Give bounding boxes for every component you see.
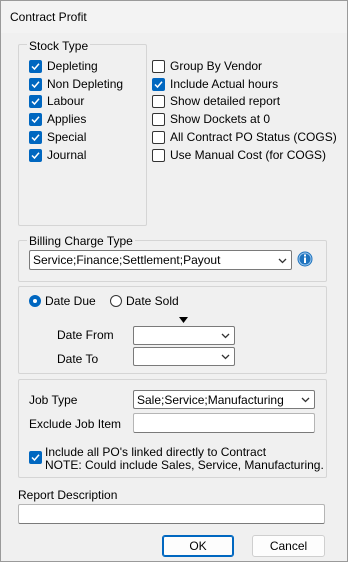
- include-actual-hours-checkbox[interactable]: Include Actual hours: [152, 76, 278, 92]
- checkbox-label: Use Manual Cost (for COGS): [170, 148, 327, 162]
- checkbox-box[interactable]: [29, 148, 42, 162]
- chevron-down-icon: [278, 258, 287, 264]
- date-sold-radio[interactable]: Date Sold: [110, 293, 179, 309]
- exclude-job-item-label: Exclude Job Item: [29, 417, 122, 431]
- radio-circle[interactable]: [29, 295, 41, 307]
- date-to-picker[interactable]: [133, 347, 235, 366]
- chevron-down-icon: [221, 333, 230, 339]
- billing-charge-value: Service;Finance;Settlement;Payout: [33, 253, 221, 267]
- include-po-label: Include all PO's linked directly to Cont…: [45, 445, 267, 459]
- radio-label: Date Sold: [126, 294, 179, 308]
- checkbox-box[interactable]: [29, 94, 42, 108]
- date-to-label: Date To: [57, 352, 99, 366]
- checkbox-box[interactable]: [29, 130, 42, 144]
- cancel-button[interactable]: Cancel: [252, 535, 325, 557]
- report-description-input[interactable]: [18, 504, 325, 524]
- chevron-down-icon: [221, 354, 230, 360]
- checkbox-box[interactable]: [29, 451, 42, 464]
- billing-charge-select[interactable]: Service;Finance;Settlement;Payout: [29, 250, 292, 270]
- date-from-label: Date From: [57, 328, 114, 342]
- checkbox-label: Show detailed report: [170, 94, 281, 108]
- checkbox-box[interactable]: [29, 59, 42, 73]
- checkbox-box[interactable]: [152, 130, 165, 144]
- contract-profit-dialog: Contract Profit Stock Type Depleting Non…: [0, 0, 348, 562]
- checkbox-label: All Contract PO Status (COGS): [170, 130, 337, 144]
- all-contract-po-status-checkbox[interactable]: All Contract PO Status (COGS): [152, 129, 337, 145]
- show-dockets-at-0-checkbox[interactable]: Show Dockets at 0: [152, 111, 270, 127]
- checkbox-box[interactable]: [152, 112, 165, 126]
- group-by-vendor-checkbox[interactable]: Group By Vendor: [152, 58, 262, 74]
- use-manual-cost-checkbox[interactable]: Use Manual Cost (for COGS): [152, 147, 326, 163]
- job-type-value: Sale;Service;Manufacturing: [137, 393, 284, 407]
- stock-special-checkbox[interactable]: Special: [29, 129, 86, 145]
- window-title: Contract Profit: [10, 10, 87, 24]
- checkbox-box[interactable]: [29, 77, 42, 91]
- checkbox-box[interactable]: [152, 148, 165, 162]
- chevron-down-icon: [301, 397, 310, 403]
- checkbox-label: Show Dockets at 0: [170, 112, 271, 126]
- radio-circle[interactable]: [110, 295, 122, 307]
- job-type-label: Job Type: [29, 393, 78, 407]
- stock-non-depleting-checkbox[interactable]: Non Depleting: [29, 76, 123, 92]
- sort-arrow-icon: [179, 317, 188, 323]
- checkbox-box[interactable]: [152, 94, 165, 108]
- include-po-note: NOTE: Could include Sales, Service, Manu…: [45, 458, 324, 472]
- checkbox-label: Special: [47, 130, 87, 144]
- checkbox-label: Labour: [47, 94, 85, 108]
- stock-applies-checkbox[interactable]: Applies: [29, 111, 86, 127]
- checkbox-label: Applies: [47, 112, 87, 126]
- stock-journal-checkbox[interactable]: Journal: [29, 147, 86, 163]
- stock-depleting-checkbox[interactable]: Depleting: [29, 58, 98, 74]
- cancel-button-label: Cancel: [269, 539, 308, 553]
- date-due-radio[interactable]: Date Due: [29, 293, 96, 309]
- checkbox-label: Include Actual hours: [170, 77, 279, 91]
- checkbox-label: Group By Vendor: [170, 59, 263, 73]
- checkbox-label: Depleting: [47, 59, 98, 73]
- ok-button-label: OK: [189, 539, 207, 553]
- ok-button[interactable]: OK: [162, 535, 234, 557]
- checkbox-box[interactable]: [152, 77, 165, 91]
- show-detailed-report-checkbox[interactable]: Show detailed report: [152, 93, 280, 109]
- info-icon[interactable]: [297, 251, 313, 267]
- date-from-picker[interactable]: [133, 326, 235, 345]
- job-type-select[interactable]: Sale;Service;Manufacturing: [133, 390, 315, 409]
- exclude-job-item-input[interactable]: [133, 413, 315, 433]
- stock-type-legend: Stock Type: [27, 39, 91, 53]
- checkbox-box[interactable]: [152, 59, 165, 73]
- billing-charge-legend: Billing Charge Type: [27, 234, 135, 248]
- title-bar: Contract Profit: [1, 1, 347, 33]
- stock-labour-checkbox[interactable]: Labour: [29, 93, 84, 109]
- report-description-label: Report Description: [18, 488, 118, 502]
- checkbox-label: Journal: [47, 148, 87, 162]
- checkbox-box[interactable]: [29, 112, 42, 126]
- radio-label: Date Due: [45, 294, 96, 308]
- checkbox-label: Non Depleting: [47, 77, 124, 91]
